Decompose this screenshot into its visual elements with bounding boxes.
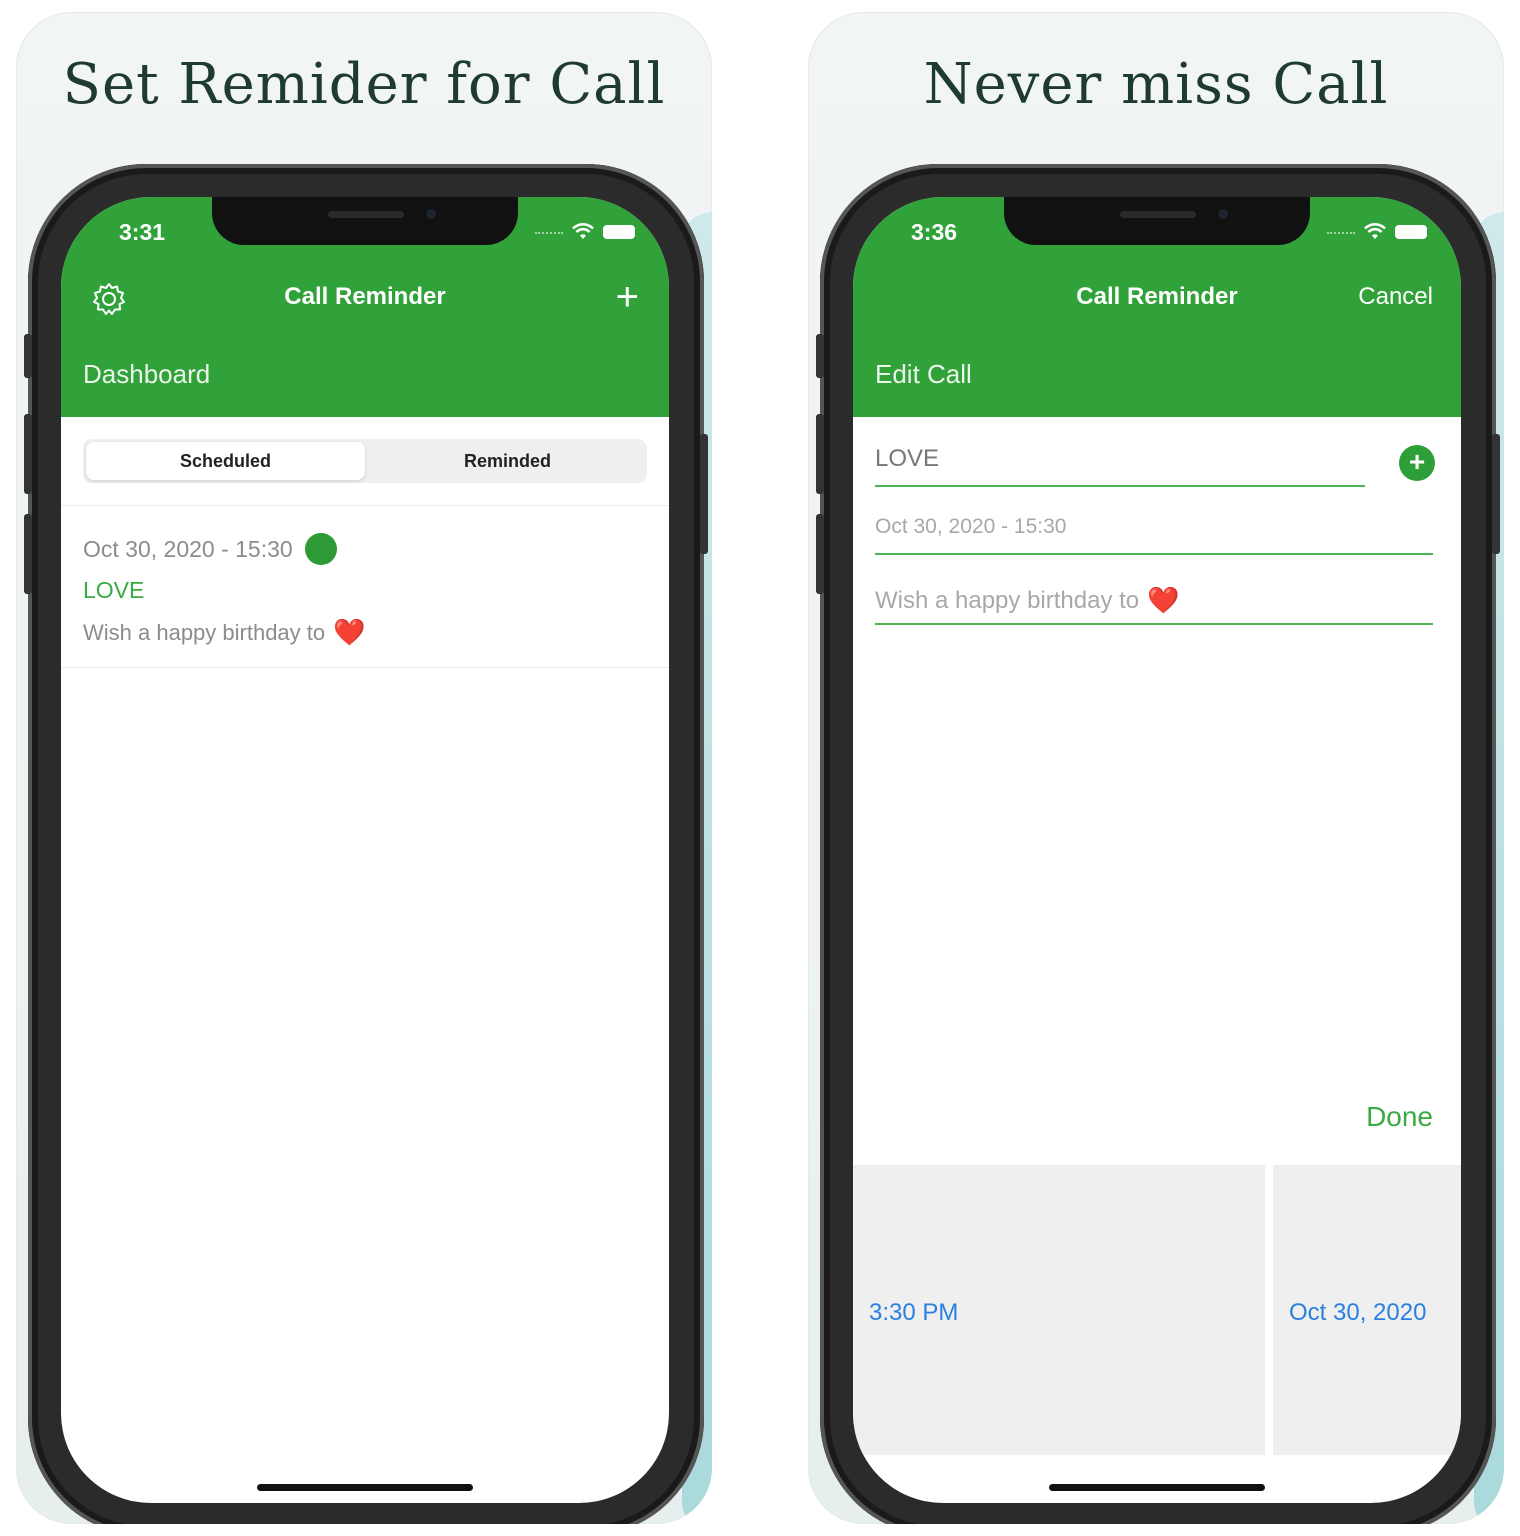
left-screen: 3:31 Call Reminder + Dashboard Scheduled… bbox=[61, 197, 669, 1503]
divider bbox=[61, 667, 669, 668]
heart-emoji: ❤️ bbox=[333, 617, 366, 647]
name-field[interactable]: LOVE bbox=[875, 445, 939, 473]
wifi-icon bbox=[1364, 223, 1386, 239]
left-phone-frame: 3:31 Call Reminder + Dashboard Scheduled… bbox=[24, 164, 708, 1524]
heart-emoji: ❤️ bbox=[1147, 585, 1180, 615]
notch bbox=[1004, 197, 1310, 245]
status-dot bbox=[304, 533, 337, 565]
message-text: Wish a happy birthday to bbox=[875, 586, 1140, 614]
reminder-name: LOVE bbox=[83, 577, 145, 603]
battery-icon bbox=[1395, 225, 1427, 239]
battery-icon bbox=[603, 225, 635, 239]
time-picker-value[interactable]: 3:30 PM bbox=[869, 1299, 958, 1327]
reminder-date: Oct 30, 2020 - 15:30 bbox=[83, 535, 293, 562]
status-time: 3:31 bbox=[119, 219, 166, 245]
page-title: Edit Call bbox=[875, 359, 972, 389]
done-button[interactable]: Done bbox=[1366, 1101, 1433, 1133]
date-picker-value[interactable]: Oct 30, 2020 bbox=[1289, 1299, 1426, 1327]
tab-scheduled[interactable]: Scheduled bbox=[86, 442, 365, 480]
add-contact-button[interactable]: + bbox=[1399, 445, 1435, 481]
wifi-icon bbox=[572, 223, 594, 239]
right-headline: Never miss Call bbox=[923, 52, 1389, 117]
segmented-control: Scheduled Reminded bbox=[83, 439, 647, 483]
right-phone-frame: 3:36 Call Reminder Cancel Edit Call LOVE… bbox=[816, 164, 1500, 1524]
add-reminder-button[interactable]: + bbox=[616, 277, 639, 317]
tab-reminded[interactable]: Reminded bbox=[368, 439, 647, 483]
right-screen: 3:36 Call Reminder Cancel Edit Call LOVE… bbox=[853, 197, 1461, 1503]
cancel-button[interactable]: Cancel bbox=[1358, 283, 1433, 311]
status-icons bbox=[535, 223, 635, 241]
left-headline: Set Remider for Call bbox=[62, 52, 666, 117]
status-time: 3:36 bbox=[911, 219, 958, 245]
home-indicator bbox=[257, 1484, 473, 1491]
page-title: Dashboard bbox=[83, 359, 211, 389]
date-field[interactable]: Oct 30, 2020 - 15:30 bbox=[875, 515, 1066, 539]
reminder-message: Wish a happy birthday to bbox=[83, 619, 326, 645]
notch bbox=[212, 197, 518, 245]
nav-title: Call Reminder bbox=[284, 283, 446, 310]
left-panel: Set Remider for Call 3:31 Call Reminder … bbox=[16, 12, 712, 1524]
home-indicator bbox=[1049, 1484, 1265, 1491]
right-panel: Never miss Call 3:36 Call Reminder Cance… bbox=[808, 12, 1504, 1524]
signal-icon bbox=[1327, 232, 1355, 238]
status-icons bbox=[1327, 223, 1427, 241]
divider bbox=[61, 505, 669, 506]
message-field[interactable]: Wish a happy birthday to ❤️ bbox=[875, 585, 1180, 616]
signal-icon bbox=[535, 232, 563, 238]
